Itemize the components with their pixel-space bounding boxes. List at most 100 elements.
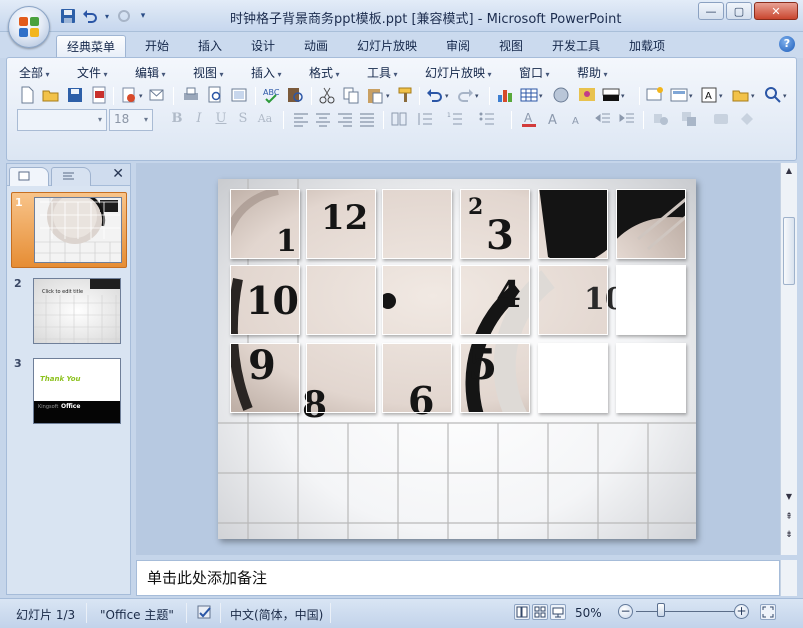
folder-icon[interactable] <box>731 85 751 105</box>
menu-file[interactable]: 文件 <box>77 64 108 81</box>
slide-thumbnail-3[interactable]: 3 Thank You Kingsoft Office <box>11 354 127 430</box>
fit-to-window-icon[interactable] <box>760 604 776 620</box>
save-icon[interactable] <box>65 85 85 105</box>
tab-slide-show[interactable]: 幻灯片放映 <box>347 35 427 58</box>
columns-icon[interactable] <box>389 109 409 129</box>
menu-window[interactable]: 窗口 <box>519 64 550 81</box>
slide-canvas[interactable]: 12 1 3 2 10 4 10 9 8 6 5 9 <box>218 179 696 539</box>
align-right-icon[interactable] <box>335 109 355 129</box>
tab-classic-menu[interactable]: 经典菜单 <box>56 35 127 58</box>
maximize-button[interactable]: ▢ <box>726 2 752 20</box>
arrange-icon[interactable] <box>679 109 699 129</box>
open-icon[interactable] <box>41 85 61 105</box>
zoom-percent[interactable]: 50% <box>575 606 602 620</box>
menu-all[interactable]: 全部 <box>19 64 50 81</box>
normal-view-icon[interactable] <box>514 604 530 620</box>
notes-scrollbar[interactable] <box>780 560 797 596</box>
zoom-icon[interactable] <box>763 85 783 105</box>
previous-slide-icon[interactable]: ⇞ <box>781 509 797 525</box>
paste-icon[interactable] <box>365 85 385 105</box>
zoom-dropdown-icon[interactable]: ▾ <box>783 92 790 100</box>
bullets-icon[interactable] <box>477 109 497 129</box>
tab-home[interactable]: 开始 <box>135 35 179 58</box>
scroll-up-icon[interactable]: ▲ <box>781 163 797 179</box>
close-pane-icon[interactable]: ✕ <box>112 166 124 182</box>
decrease-indent-icon[interactable] <box>593 109 613 129</box>
spelling-icon[interactable]: ABC <box>261 85 281 105</box>
align-left-icon[interactable] <box>291 109 311 129</box>
underline-button[interactable]: U <box>211 109 231 129</box>
shadow-button[interactable]: S <box>233 109 253 129</box>
grow-font-icon[interactable]: A <box>545 109 565 129</box>
numbering-icon[interactable]: 1 <box>445 109 465 129</box>
slide-thumbnail-1[interactable]: 1 <box>11 192 127 268</box>
print-preview-icon[interactable] <box>205 85 225 105</box>
research-icon[interactable] <box>285 85 305 105</box>
zoom-out-icon[interactable]: − <box>618 604 633 619</box>
scroll-down-icon[interactable]: ▼ <box>781 489 797 505</box>
font-name-dropdown-icon[interactable]: ▾ <box>94 110 106 130</box>
slide-thumbnail-2[interactable]: 2 Click to edit title <box>11 274 127 350</box>
tab-animations[interactable]: 动画 <box>294 35 338 58</box>
tab-view[interactable]: 视图 <box>489 35 533 58</box>
qat-undo-dropdown-icon[interactable]: ▾ <box>102 6 112 26</box>
tab-developer[interactable]: 开发工具 <box>542 35 610 58</box>
help-icon[interactable]: ? <box>779 36 795 52</box>
layout-icon[interactable] <box>669 85 689 105</box>
shrink-font-icon[interactable]: A <box>567 109 587 129</box>
tab-insert[interactable]: 插入 <box>188 35 232 58</box>
font-name-combo[interactable]: ▾ <box>17 109 107 131</box>
quick-styles-icon[interactable] <box>711 109 731 129</box>
copy-icon[interactable] <box>341 85 361 105</box>
save-as-pdf-icon[interactable] <box>89 85 109 105</box>
send-icon[interactable] <box>147 85 167 105</box>
qat-customize-icon[interactable]: ▾ <box>136 6 150 26</box>
tab-slides[interactable] <box>9 167 49 186</box>
slide-sorter-view-icon[interactable] <box>532 604 548 620</box>
close-button[interactable]: ✕ <box>754 2 798 20</box>
minimize-button[interactable]: — <box>698 2 724 20</box>
table-icon[interactable] <box>519 85 539 105</box>
align-center-icon[interactable] <box>313 109 333 129</box>
paste-dropdown-icon[interactable]: ▾ <box>386 92 393 100</box>
permission-icon[interactable] <box>119 85 139 105</box>
clip-art-icon[interactable] <box>551 85 571 105</box>
font-size-dropdown-icon[interactable]: ▾ <box>140 110 152 130</box>
spelling-status-icon[interactable] <box>196 603 214 624</box>
font-color-icon[interactable]: A <box>519 109 539 129</box>
permission-dropdown-icon[interactable]: ▾ <box>139 92 146 100</box>
text-box-dropdown-icon[interactable]: ▾ <box>719 92 726 100</box>
color-grayscale-icon[interactable] <box>601 85 621 105</box>
change-case-button[interactable]: Aa <box>255 109 275 129</box>
bold-button[interactable]: B <box>167 109 187 129</box>
justify-icon[interactable] <box>357 109 377 129</box>
menu-edit[interactable]: 编辑 <box>135 64 166 81</box>
qat-undo-icon[interactable] <box>80 6 100 26</box>
page-setup-icon[interactable] <box>229 85 249 105</box>
font-size-combo[interactable]: 18 ▾ <box>109 109 153 131</box>
text-box-icon[interactable]: A <box>699 85 719 105</box>
zoom-in-icon[interactable]: + <box>734 604 749 619</box>
shapes-icon[interactable] <box>651 109 671 129</box>
notes-pane[interactable]: 单击此处添加备注 <box>136 560 780 596</box>
menu-format[interactable]: 格式 <box>309 64 340 81</box>
tab-outline[interactable] <box>51 167 91 186</box>
qat-save-icon[interactable] <box>58 6 78 26</box>
picture-icon[interactable] <box>577 85 597 105</box>
undo-icon[interactable] <box>425 85 445 105</box>
office-button[interactable] <box>8 6 50 48</box>
menu-tools[interactable]: 工具 <box>367 64 398 81</box>
next-slide-icon[interactable]: ⇟ <box>781 527 797 543</box>
folder-dropdown-icon[interactable]: ▾ <box>751 92 758 100</box>
language[interactable]: 中文(简体，中国) <box>230 606 323 623</box>
color-dropdown-icon[interactable]: ▾ <box>621 92 628 100</box>
new-icon[interactable] <box>17 85 37 105</box>
redo-icon[interactable] <box>455 85 475 105</box>
increase-indent-icon[interactable] <box>617 109 637 129</box>
chart-icon[interactable] <box>495 85 515 105</box>
tab-design[interactable]: 设计 <box>241 35 285 58</box>
cut-icon[interactable] <box>317 85 337 105</box>
zoom-slider-knob[interactable] <box>656 603 665 617</box>
undo-dropdown-icon[interactable]: ▾ <box>445 92 452 100</box>
format-painter-icon[interactable] <box>395 85 415 105</box>
